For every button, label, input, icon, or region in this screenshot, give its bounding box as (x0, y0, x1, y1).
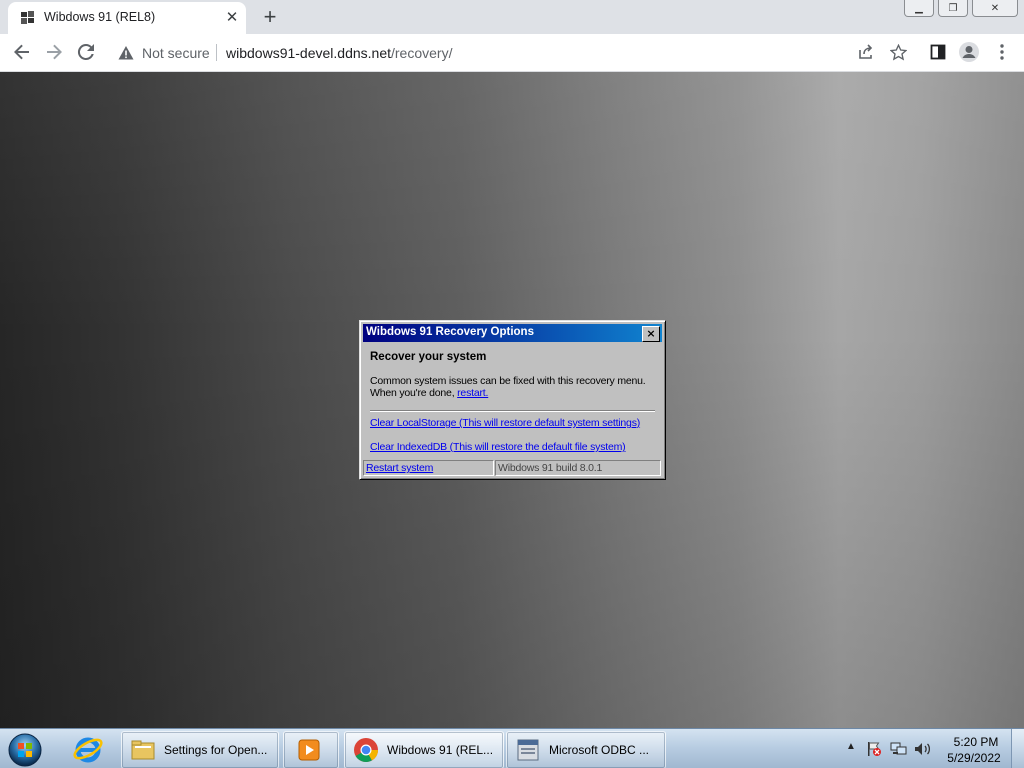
show-desktop-button[interactable] (1011, 729, 1024, 768)
new-tab-button[interactable]: + (258, 5, 282, 29)
clear-localstorage-link[interactable]: Clear LocalStorage (This will restore de… (370, 417, 640, 429)
taskbar-item-label: Microsoft ODBC ... (549, 743, 650, 757)
clock-time[interactable]: 5:20 PM (950, 735, 1002, 749)
address-bar[interactable]: Not secure wibdows91-devel.ddns.net/reco… (108, 37, 920, 68)
side-panel-icon[interactable] (926, 40, 950, 64)
star-icon[interactable] (886, 40, 910, 64)
url-path: /recovery/ (391, 45, 453, 61)
window-controls: ▁ ❐ ✕ (904, 0, 1018, 17)
dialog-status-bar: Restart system Wibdows 91 build 8.0.1 (363, 460, 662, 476)
url-text[interactable]: wibdows91-devel.ddns.net/recovery/ (226, 45, 452, 61)
media-player-pin[interactable] (283, 731, 339, 768)
close-window-button[interactable]: ✕ (972, 0, 1018, 17)
kebab-menu-icon[interactable] (990, 40, 1014, 64)
taskbar-item-odbc[interactable]: Microsoft ODBC ... (506, 731, 666, 768)
reload-icon[interactable] (74, 40, 98, 64)
odbc-icon (517, 739, 539, 761)
dialog-divider (370, 410, 655, 412)
clear-indexeddb-link[interactable]: Clear IndexedDB (This will restore the d… (370, 441, 626, 453)
description-line-2: When you're done, restart. (370, 387, 660, 399)
show-hidden-icons-icon[interactable]: ▲ (846, 741, 856, 752)
share-icon[interactable] (854, 40, 878, 64)
tab-title: Wibdows 91 (REL8) (44, 10, 156, 24)
back-arrow-icon[interactable] (10, 40, 34, 64)
folder-icon (131, 740, 155, 760)
description-line-2-prefix: When you're done, (370, 387, 458, 399)
taskbar-item-label: Settings for Open... (164, 743, 268, 757)
browser-tab[interactable]: Wibdows 91 (REL8) ✕ (8, 2, 246, 34)
profile-icon[interactable] (957, 40, 981, 64)
network-icon[interactable] (890, 741, 908, 757)
dialog-heading: Recover your system (370, 351, 487, 363)
dialog-close-button[interactable]: × (642, 326, 660, 342)
status-pane-left: Restart system (363, 460, 494, 476)
omnibox-divider (216, 44, 217, 61)
build-label: Wibdows 91 build 8.0.1 (495, 460, 661, 476)
url-host: wibdows91-devel.ddns.net (226, 45, 391, 61)
forward-arrow-icon[interactable] (42, 40, 66, 64)
wibdows-favicon-icon (21, 11, 34, 24)
security-label[interactable]: Not secure (142, 45, 210, 61)
windows-orb-icon (8, 733, 42, 767)
chrome-icon (354, 738, 378, 763)
taskbar-item-chrome[interactable]: Wibdows 91 (REL... (344, 731, 504, 768)
tab-close-icon[interactable]: ✕ (222, 8, 242, 28)
start-button[interactable] (6, 731, 46, 767)
description-line-1: Common system issues can be fixed with t… (370, 375, 646, 387)
taskbar-item-settings[interactable]: Settings for Open... (121, 731, 279, 768)
tab-strip: Wibdows 91 (REL8) ✕ + ▁ ❐ ✕ (0, 0, 1024, 34)
restore-button[interactable]: ❐ (938, 0, 968, 17)
dialog-title-bar[interactable]: Wibdows 91 Recovery Options × (363, 324, 662, 342)
media-player-icon (298, 739, 320, 761)
browser-toolbar: Not secure wibdows91-devel.ddns.net/reco… (0, 34, 1024, 72)
warning-icon[interactable] (118, 45, 134, 61)
system-tray: ▲ 5:20 PM 5/29/2022 (842, 729, 1024, 768)
dialog-description: Common system issues can be fixed with t… (370, 375, 660, 399)
dialog-title: Wibdows 91 Recovery Options (366, 326, 534, 338)
action-center-flag-icon[interactable] (866, 741, 882, 757)
minimize-button[interactable]: ▁ (904, 0, 934, 17)
recovery-dialog: Wibdows 91 Recovery Options × Recover yo… (359, 320, 666, 480)
internet-explorer-icon (73, 737, 103, 763)
clock-date[interactable]: 5/29/2022 (942, 751, 1006, 765)
restart-system-link[interactable]: Restart system (366, 462, 433, 474)
restart-link[interactable]: restart. (457, 387, 488, 399)
internet-explorer-pin[interactable] (62, 731, 114, 767)
taskbar-item-label: Wibdows 91 (REL... (387, 743, 494, 757)
volume-icon[interactable] (914, 741, 932, 757)
taskbar: Settings for Open... Wibdows 91 (REL... … (0, 728, 1024, 768)
